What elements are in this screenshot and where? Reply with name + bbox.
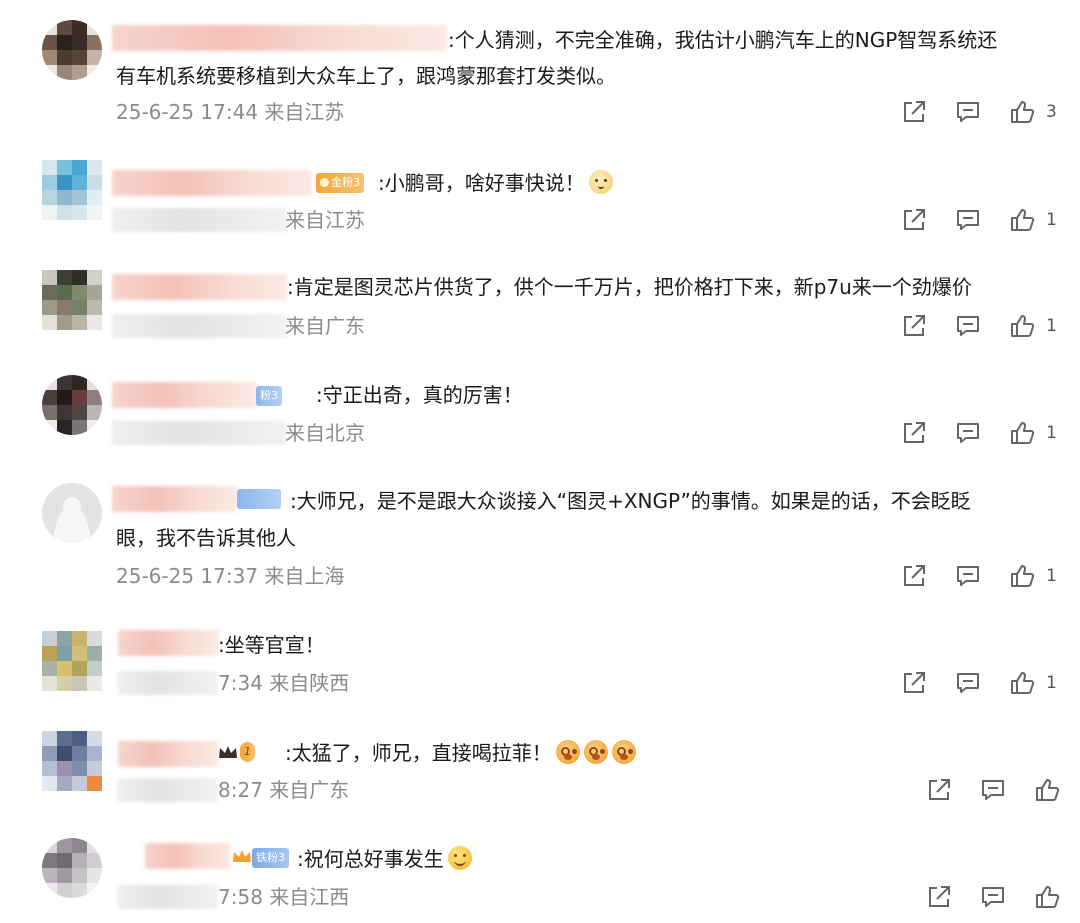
thumbs-up-icon[interactable] — [1034, 884, 1060, 910]
thumbs-up-icon[interactable] — [1009, 313, 1035, 339]
avatar[interactable] — [42, 20, 102, 80]
wah-emoji-icon — [583, 740, 608, 764]
share-icon[interactable] — [926, 884, 952, 910]
avatar[interactable] — [42, 270, 102, 330]
comment-icon[interactable] — [955, 563, 981, 589]
username[interactable] — [112, 25, 447, 51]
username[interactable] — [118, 630, 218, 656]
timestamp-redacted — [112, 421, 287, 445]
avatar[interactable] — [42, 731, 102, 791]
fan-badge: 铁粉3 — [252, 848, 289, 868]
wah-emoji-icon — [611, 740, 636, 764]
smile-emoji-icon — [447, 846, 472, 870]
thumbs-up-icon[interactable] — [1009, 563, 1035, 589]
comment-icon[interactable] — [955, 670, 981, 696]
avatar[interactable] — [42, 631, 102, 691]
comment-text: :大师兄，是不是跟大众谈接入“图灵+XNGP”的事情。如果是的话，不会眨眨 — [290, 489, 971, 513]
like-count: 1 — [1046, 210, 1057, 230]
comment-text: :祝何总好事发生 — [297, 840, 472, 878]
comment-meta: 25-6-25 17:44 来自江苏 — [116, 100, 345, 124]
comment-meta: 7:34 来自陕西 — [218, 671, 350, 695]
like-count: 1 — [1046, 316, 1057, 336]
fan-badge: 1 — [240, 742, 255, 762]
share-icon[interactable] — [901, 420, 927, 446]
thumbs-up-icon[interactable] — [1009, 207, 1035, 233]
thumbs-up-icon[interactable] — [1009, 99, 1035, 125]
share-icon[interactable] — [901, 563, 927, 589]
comment-meta: 来自北京 — [285, 421, 365, 445]
avatar[interactable] — [42, 375, 102, 435]
wah-emoji-icon — [555, 740, 580, 764]
share-icon[interactable] — [926, 777, 952, 803]
thumbs-up-icon[interactable] — [1034, 777, 1060, 803]
thumbs-up-icon[interactable] — [1009, 670, 1035, 696]
comment-text-continued: 有车机系统要移植到大众车上了，跟鸿蒙那套打发类似。 — [116, 64, 616, 88]
timestamp-redacted — [112, 208, 287, 232]
comment-icon[interactable] — [955, 99, 981, 125]
crown-icon — [233, 850, 251, 862]
comment-icon[interactable] — [980, 884, 1006, 910]
share-icon[interactable] — [901, 670, 927, 696]
comment-text: :坐等官宣！ — [218, 633, 325, 657]
username[interactable] — [112, 382, 257, 408]
username[interactable] — [112, 170, 312, 196]
fan-badge: 粉3 — [256, 386, 282, 406]
share-icon[interactable] — [901, 313, 927, 339]
comment-meta: 来自广东 — [285, 314, 365, 338]
comment-icon[interactable] — [955, 420, 981, 446]
avatar[interactable] — [42, 160, 102, 220]
timestamp-redacted — [112, 314, 287, 338]
comment-text: :小鹏哥，啥好事快说！ — [378, 164, 613, 202]
comment-meta: 8:27 来自广东 — [218, 778, 350, 802]
like-count: 3 — [1046, 102, 1057, 122]
username[interactable] — [112, 274, 287, 300]
comment-text: :肯定是图灵芯片供货了，供个一千万片，把价格打下来，新p7u来一个劲爆价 — [287, 275, 972, 299]
username[interactable] — [118, 741, 218, 767]
comment-icon[interactable] — [955, 313, 981, 339]
comment-text-continued: 眼，我不告诉其他人 — [116, 526, 296, 550]
comment-icon[interactable] — [955, 207, 981, 233]
comment-text: :守正出奇，真的厉害！ — [316, 383, 523, 407]
avatar[interactable] — [42, 838, 102, 898]
comment-meta: 25-6-25 17:37 来自上海 — [116, 564, 345, 588]
timestamp-redacted — [118, 671, 218, 695]
comment-meta: 来自江苏 — [285, 208, 365, 232]
like-count: 1 — [1046, 423, 1057, 443]
crown-icon — [219, 746, 237, 758]
thumbs-up-icon[interactable] — [1009, 420, 1035, 446]
avatar[interactable] — [42, 483, 102, 543]
fan-badge — [237, 489, 281, 509]
share-icon[interactable] — [901, 207, 927, 233]
username[interactable] — [145, 843, 230, 869]
like-count: 1 — [1046, 673, 1057, 693]
cat-face-emoji-icon — [588, 170, 613, 194]
timestamp-redacted — [118, 885, 218, 909]
share-icon[interactable] — [901, 99, 927, 125]
timestamp-redacted — [118, 778, 218, 802]
comment-meta: 7:58 来自江西 — [218, 885, 350, 909]
comment-text: :太猛了，师兄，直接喝拉菲！ — [285, 734, 636, 772]
like-count: 1 — [1046, 566, 1057, 586]
fan-badge: 金粉3 — [316, 173, 364, 193]
comment-text: :个人猜测，不完全准确，我估计小鹏汽车上的NGP智驾系统还 — [448, 28, 998, 52]
comment-icon[interactable] — [980, 777, 1006, 803]
username[interactable] — [112, 486, 237, 512]
